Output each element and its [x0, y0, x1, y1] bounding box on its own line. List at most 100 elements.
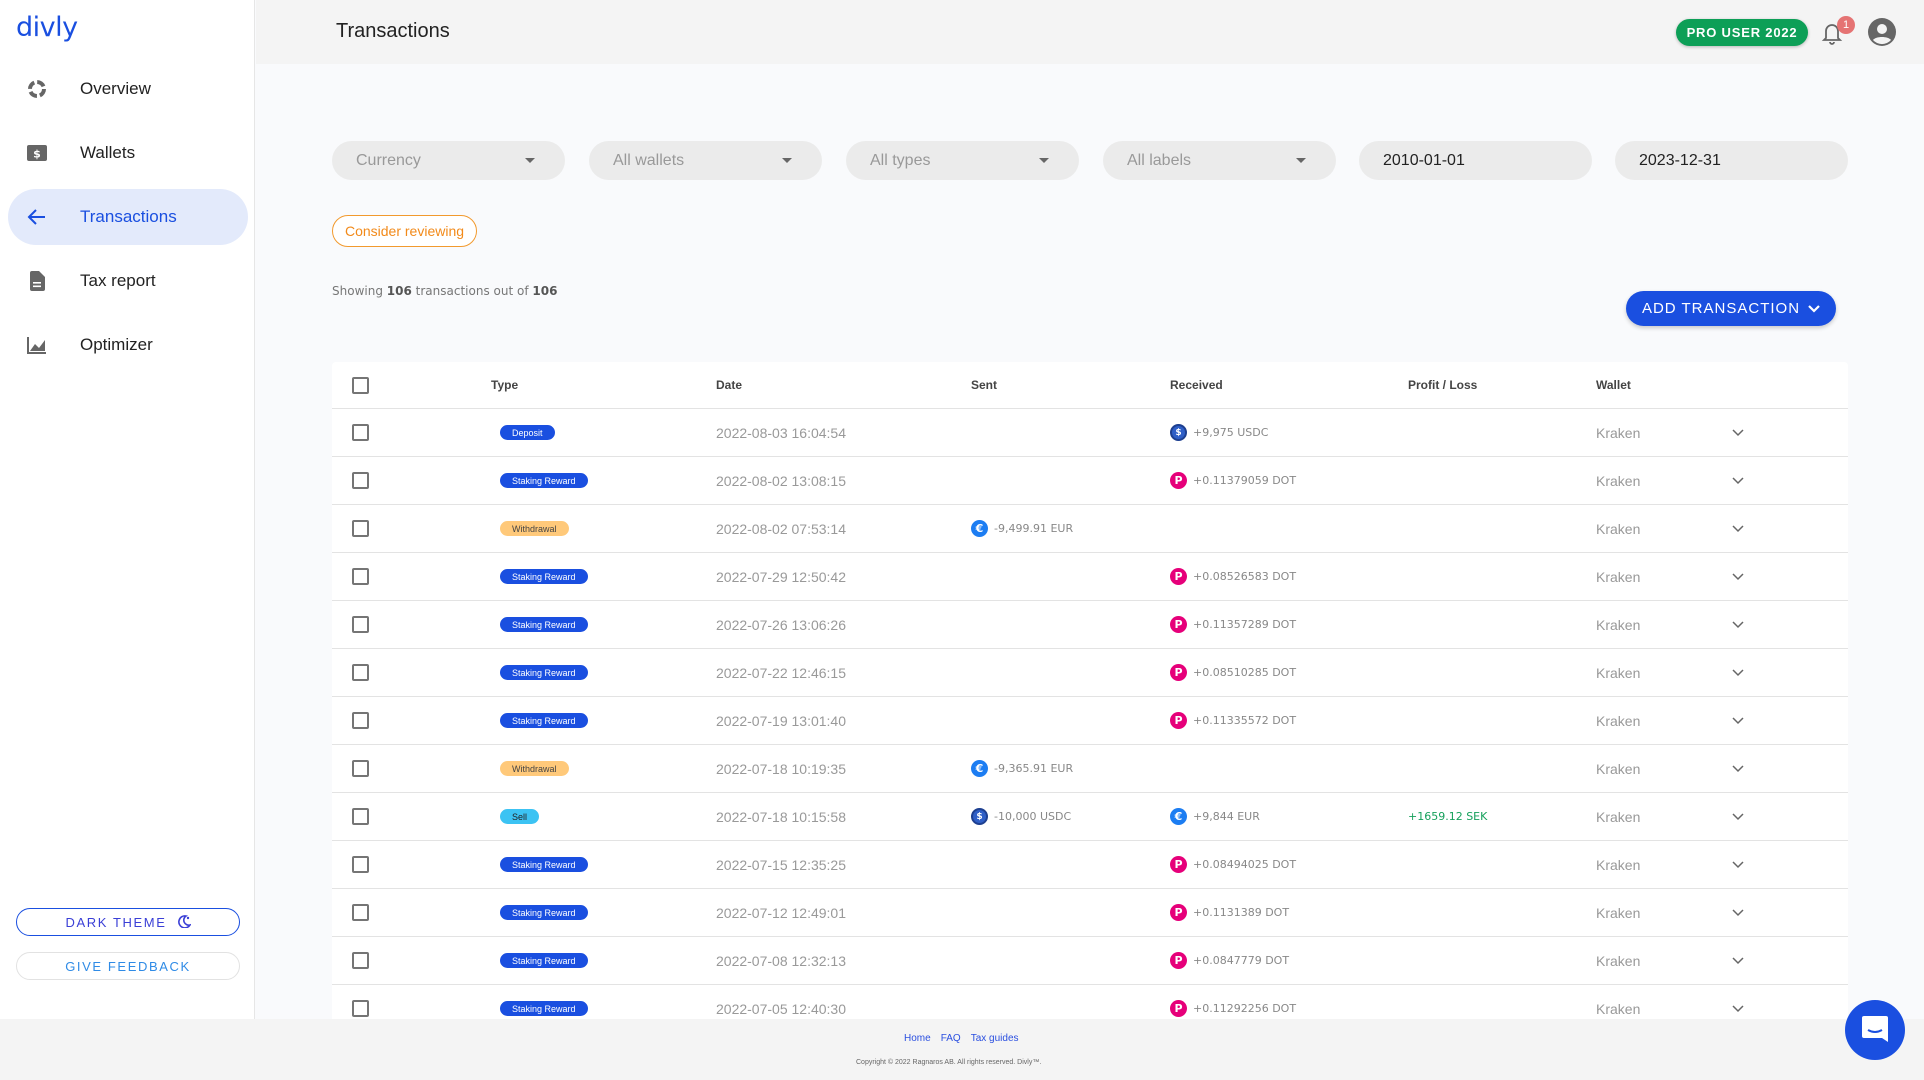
type-badge: Staking Reward — [500, 569, 588, 584]
expand-row-button[interactable] — [1732, 793, 1744, 840]
sent-cell: $ -10,000 USDC — [971, 793, 1071, 840]
row-checkbox[interactable] — [352, 745, 369, 792]
table-row[interactable]: Staking Reward 2022-07-15 12:35:25 P +0.0… — [332, 841, 1848, 889]
row-checkbox[interactable] — [352, 505, 369, 552]
row-checkbox[interactable] — [352, 793, 369, 840]
footer-link-faq[interactable]: FAQ — [941, 1033, 961, 1044]
row-checkbox[interactable] — [352, 409, 369, 456]
wallet-cell: Kraken — [1596, 568, 1641, 585]
received-cell: P +0.0847779 DOT — [1170, 937, 1289, 984]
sidebar-item-wallets[interactable]: $ Wallets — [8, 125, 248, 181]
footer-link-tax-guides[interactable]: Tax guides — [971, 1033, 1019, 1044]
table-row[interactable]: Staking Reward 2022-07-22 12:46:15 P +0.0… — [332, 649, 1848, 697]
received-cell: P +0.11357289 DOT — [1170, 601, 1296, 648]
consider-reviewing-button[interactable]: Consider reviewing — [332, 215, 477, 247]
type-cell: Staking Reward — [490, 649, 588, 696]
type-cell: Deposit — [490, 409, 555, 456]
type-badge: Staking Reward — [500, 857, 588, 872]
pro-user-badge[interactable]: PRO USER 2022 — [1676, 19, 1808, 46]
column-header-profit-loss[interactable]: Profit / Loss — [1408, 362, 1477, 408]
table-row[interactable]: Withdrawal 2022-08-02 07:53:14 € -9,499.9… — [332, 505, 1848, 553]
table-row[interactable]: Staking Reward 2022-07-29 12:50:42 P +0.0… — [332, 553, 1848, 601]
date-to-input[interactable]: 2023-12-31 — [1615, 141, 1848, 180]
add-transaction-button[interactable]: ADD TRANSACTION — [1626, 291, 1836, 326]
table-row[interactable]: Sell 2022-07-18 10:15:58 $ -10,000 USDC €… — [332, 793, 1848, 841]
moon-icon — [177, 914, 192, 931]
sidebar-item-transactions[interactable]: Transactions — [8, 189, 248, 245]
row-checkbox[interactable] — [352, 841, 369, 888]
type-badge: Staking Reward — [500, 473, 588, 488]
chat-icon — [1862, 1016, 1888, 1042]
type-cell: Staking Reward — [490, 601, 588, 648]
sidebar-item-optimizer[interactable]: Optimizer — [8, 317, 248, 373]
table-row[interactable]: Withdrawal 2022-07-18 10:19:35 € -9,365.9… — [332, 745, 1848, 793]
chevron-down-icon — [1732, 956, 1744, 964]
chevron-down-icon — [1732, 572, 1744, 580]
column-header-wallet[interactable]: Wallet — [1596, 362, 1631, 408]
sidebar-item-tax-report[interactable]: Tax report — [8, 253, 248, 309]
table-row[interactable]: Staking Reward 2022-07-05 12:40:30 P +0.1… — [332, 985, 1848, 1019]
chevron-down-icon — [1732, 428, 1744, 436]
expand-row-button[interactable] — [1732, 649, 1744, 696]
date-cell: 2022-07-18 10:19:35 — [716, 760, 846, 777]
sidebar-item-label: Overview — [80, 79, 151, 98]
dot-coin-icon: P — [1170, 856, 1187, 873]
received-amount: +0.11335572 DOT — [1193, 714, 1297, 727]
expand-row-button[interactable] — [1732, 457, 1744, 504]
select-all-checkbox[interactable] — [352, 362, 369, 408]
label-filter[interactable]: All labels — [1103, 141, 1336, 180]
expand-row-button[interactable] — [1732, 697, 1744, 744]
expand-row-button[interactable] — [1732, 745, 1744, 792]
sidebar-item-overview[interactable]: Overview — [8, 61, 248, 117]
logo[interactable]: divly — [16, 12, 78, 43]
row-checkbox[interactable] — [352, 937, 369, 984]
user-avatar[interactable] — [1868, 18, 1896, 46]
table-row[interactable]: Staking Reward 2022-07-26 13:06:26 P +0.1… — [332, 601, 1848, 649]
dark-theme-button[interactable]: DARK THEME — [16, 908, 240, 936]
table-row[interactable]: Staking Reward 2022-07-08 12:32:13 P +0.0… — [332, 937, 1848, 985]
table-row[interactable]: Staking Reward 2022-08-02 13:08:15 P +0.1… — [332, 457, 1848, 505]
type-filter[interactable]: All types — [846, 141, 1079, 180]
row-checkbox[interactable] — [352, 889, 369, 936]
row-checkbox[interactable] — [352, 553, 369, 600]
type-cell: Staking Reward — [490, 553, 588, 600]
row-checkbox[interactable] — [352, 985, 369, 1019]
expand-row-button[interactable] — [1732, 409, 1744, 456]
row-checkbox[interactable] — [352, 601, 369, 648]
expand-row-button[interactable] — [1732, 985, 1744, 1019]
expand-row-button[interactable] — [1732, 937, 1744, 984]
transaction-count-summary: Showing 106 transactions out of 106 — [332, 284, 557, 298]
date-from-input[interactable]: 2010-01-01 — [1359, 141, 1592, 180]
wallet-cell: Kraken — [1596, 760, 1641, 777]
sidebar-item-label: Transactions — [80, 207, 177, 226]
column-header-type[interactable]: Type — [491, 362, 518, 408]
expand-row-button[interactable] — [1732, 553, 1744, 600]
date-cell: 2022-08-03 16:04:54 — [716, 424, 846, 441]
expand-row-button[interactable] — [1732, 505, 1744, 552]
wallet-filter[interactable]: All wallets — [589, 141, 822, 180]
transactions-table: Type Date Sent Received Profit / Loss Wa… — [332, 362, 1848, 1019]
column-header-date[interactable]: Date — [716, 362, 742, 408]
row-checkbox[interactable] — [352, 457, 369, 504]
currency-filter[interactable]: Currency — [332, 141, 565, 180]
received-amount: +9,844 EUR — [1193, 810, 1260, 823]
received-amount: +0.08526583 DOT — [1193, 570, 1297, 583]
table-row[interactable]: Staking Reward 2022-07-12 12:49:01 P +0.1… — [332, 889, 1848, 937]
column-header-received[interactable]: Received — [1170, 362, 1223, 408]
notification-count-badge: 1 — [1837, 16, 1855, 34]
expand-row-button[interactable] — [1732, 889, 1744, 936]
wallet-dollar-icon: $ — [26, 142, 48, 164]
footer-link-home[interactable]: Home — [904, 1033, 931, 1044]
row-checkbox[interactable] — [352, 649, 369, 696]
received-amount: +0.08510285 DOT — [1193, 666, 1297, 679]
expand-row-button[interactable] — [1732, 841, 1744, 888]
column-header-sent[interactable]: Sent — [971, 362, 997, 408]
expand-row-button[interactable] — [1732, 601, 1744, 648]
chat-launcher-button[interactable] — [1845, 1000, 1905, 1060]
give-feedback-button[interactable]: GIVE FEEDBACK — [16, 952, 240, 980]
sent-cell: € -9,365.91 EUR — [971, 745, 1073, 792]
table-row[interactable]: Deposit 2022-08-03 16:04:54 $ +9,975 USDC… — [332, 409, 1848, 457]
row-checkbox[interactable] — [352, 697, 369, 744]
wallet-cell: Kraken — [1596, 616, 1641, 633]
table-row[interactable]: Staking Reward 2022-07-19 13:01:40 P +0.1… — [332, 697, 1848, 745]
